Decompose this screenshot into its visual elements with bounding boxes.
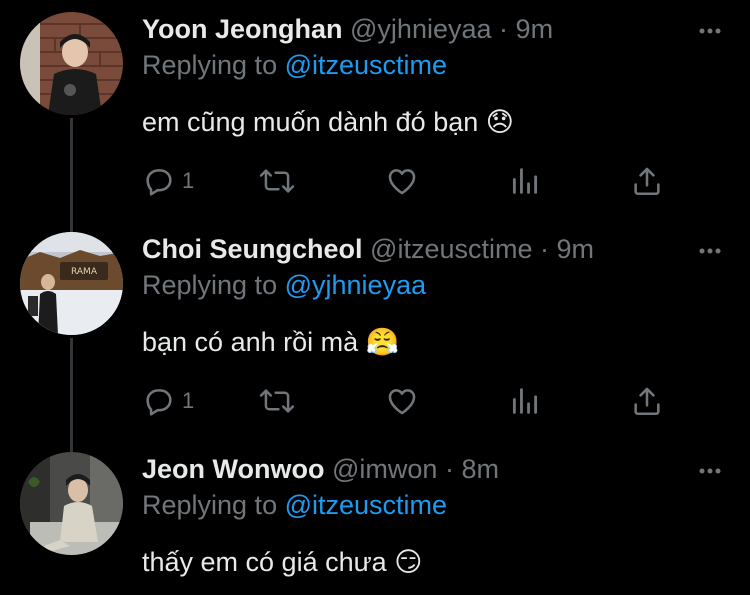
views-button[interactable] [508, 164, 542, 198]
tweet-text: bạn có anh rồi mà 😤 [142, 327, 400, 357]
like-button[interactable] [385, 384, 419, 418]
more-horizontal-icon [699, 468, 721, 474]
tweet-text: em cũng muốn dành đó bạn 😞 [142, 107, 514, 137]
tweet-header: Choi Seungcheol @itzeusctime · 9m [142, 232, 594, 266]
timestamp[interactable]: 9m [516, 14, 554, 44]
more-options-button[interactable] [695, 236, 725, 266]
tweet-header: Jeon Wonwoo @imwon · 8m [142, 452, 499, 486]
replying-to-label: Replying to [142, 50, 278, 80]
replying-to-label: Replying to [142, 270, 278, 300]
action-bar: 1 [142, 164, 672, 198]
more-options-button[interactable] [695, 456, 725, 486]
more-horizontal-icon [699, 28, 721, 34]
heart-icon [388, 169, 416, 195]
timestamp[interactable]: 8m [461, 454, 499, 484]
mention-link[interactable]: @yjhnieyaa [285, 270, 427, 300]
user-handle[interactable]: @itzeusctime [370, 234, 532, 264]
more-options-button[interactable] [695, 16, 725, 46]
display-name[interactable]: Choi Seungcheol [142, 234, 363, 264]
separator: · [444, 454, 454, 484]
share-button[interactable] [630, 384, 664, 418]
replying-to: Replying to @itzeusctime [142, 48, 447, 82]
retweet-button[interactable] [259, 384, 295, 418]
avatar[interactable]: RAMA [20, 232, 123, 335]
share-icon [634, 387, 660, 416]
tweet[interactable]: Yoon Jeonghan @yjhnieyaa · 9m Replying t… [0, 0, 750, 220]
reply-count: 1 [182, 168, 195, 193]
like-button[interactable] [385, 164, 419, 198]
tweet-text: thấy em có giá chưa 😏 [142, 547, 423, 577]
display-name[interactable]: Yoon Jeonghan [142, 14, 343, 44]
replying-to: Replying to @yjhnieyaa [142, 268, 426, 302]
timestamp[interactable]: 9m [557, 234, 595, 264]
more-horizontal-icon [699, 248, 721, 254]
retweet-icon [259, 169, 295, 193]
analytics-icon [512, 388, 538, 414]
mention-link[interactable]: @itzeusctime [285, 490, 447, 520]
avatar[interactable] [20, 12, 123, 115]
user-handle[interactable]: @imwon [332, 454, 437, 484]
tweet[interactable]: RAMA Choi Seungcheol @itzeusctime · 9m R… [0, 220, 750, 440]
views-button[interactable] [508, 384, 542, 418]
retweet-button[interactable] [259, 164, 295, 198]
replying-to-label: Replying to [142, 490, 278, 520]
reply-count: 1 [182, 388, 195, 413]
heart-icon [388, 389, 416, 415]
replying-to: Replying to @itzeusctime [142, 488, 447, 522]
separator: · [499, 14, 509, 44]
display-name[interactable]: Jeon Wonwoo [142, 454, 325, 484]
retweet-icon [259, 389, 295, 413]
analytics-icon [512, 168, 538, 194]
svg-text:RAMA: RAMA [71, 267, 98, 277]
reply-button[interactable]: 1 [142, 164, 194, 198]
user-handle[interactable]: @yjhnieyaa [350, 14, 492, 44]
separator: · [540, 234, 549, 264]
share-button[interactable] [630, 164, 664, 198]
reply-icon [146, 169, 172, 196]
mention-link[interactable]: @itzeusctime [285, 50, 447, 80]
reply-icon [146, 389, 172, 416]
tweet-header: Yoon Jeonghan @yjhnieyaa · 9m [142, 12, 553, 46]
reply-button[interactable]: 1 [142, 384, 194, 418]
action-bar: 1 [142, 384, 672, 418]
avatar[interactable] [20, 452, 123, 555]
share-icon [634, 167, 660, 196]
tweet[interactable]: Jeon Wonwoo @imwon · 8m Replying to @itz… [0, 440, 750, 595]
